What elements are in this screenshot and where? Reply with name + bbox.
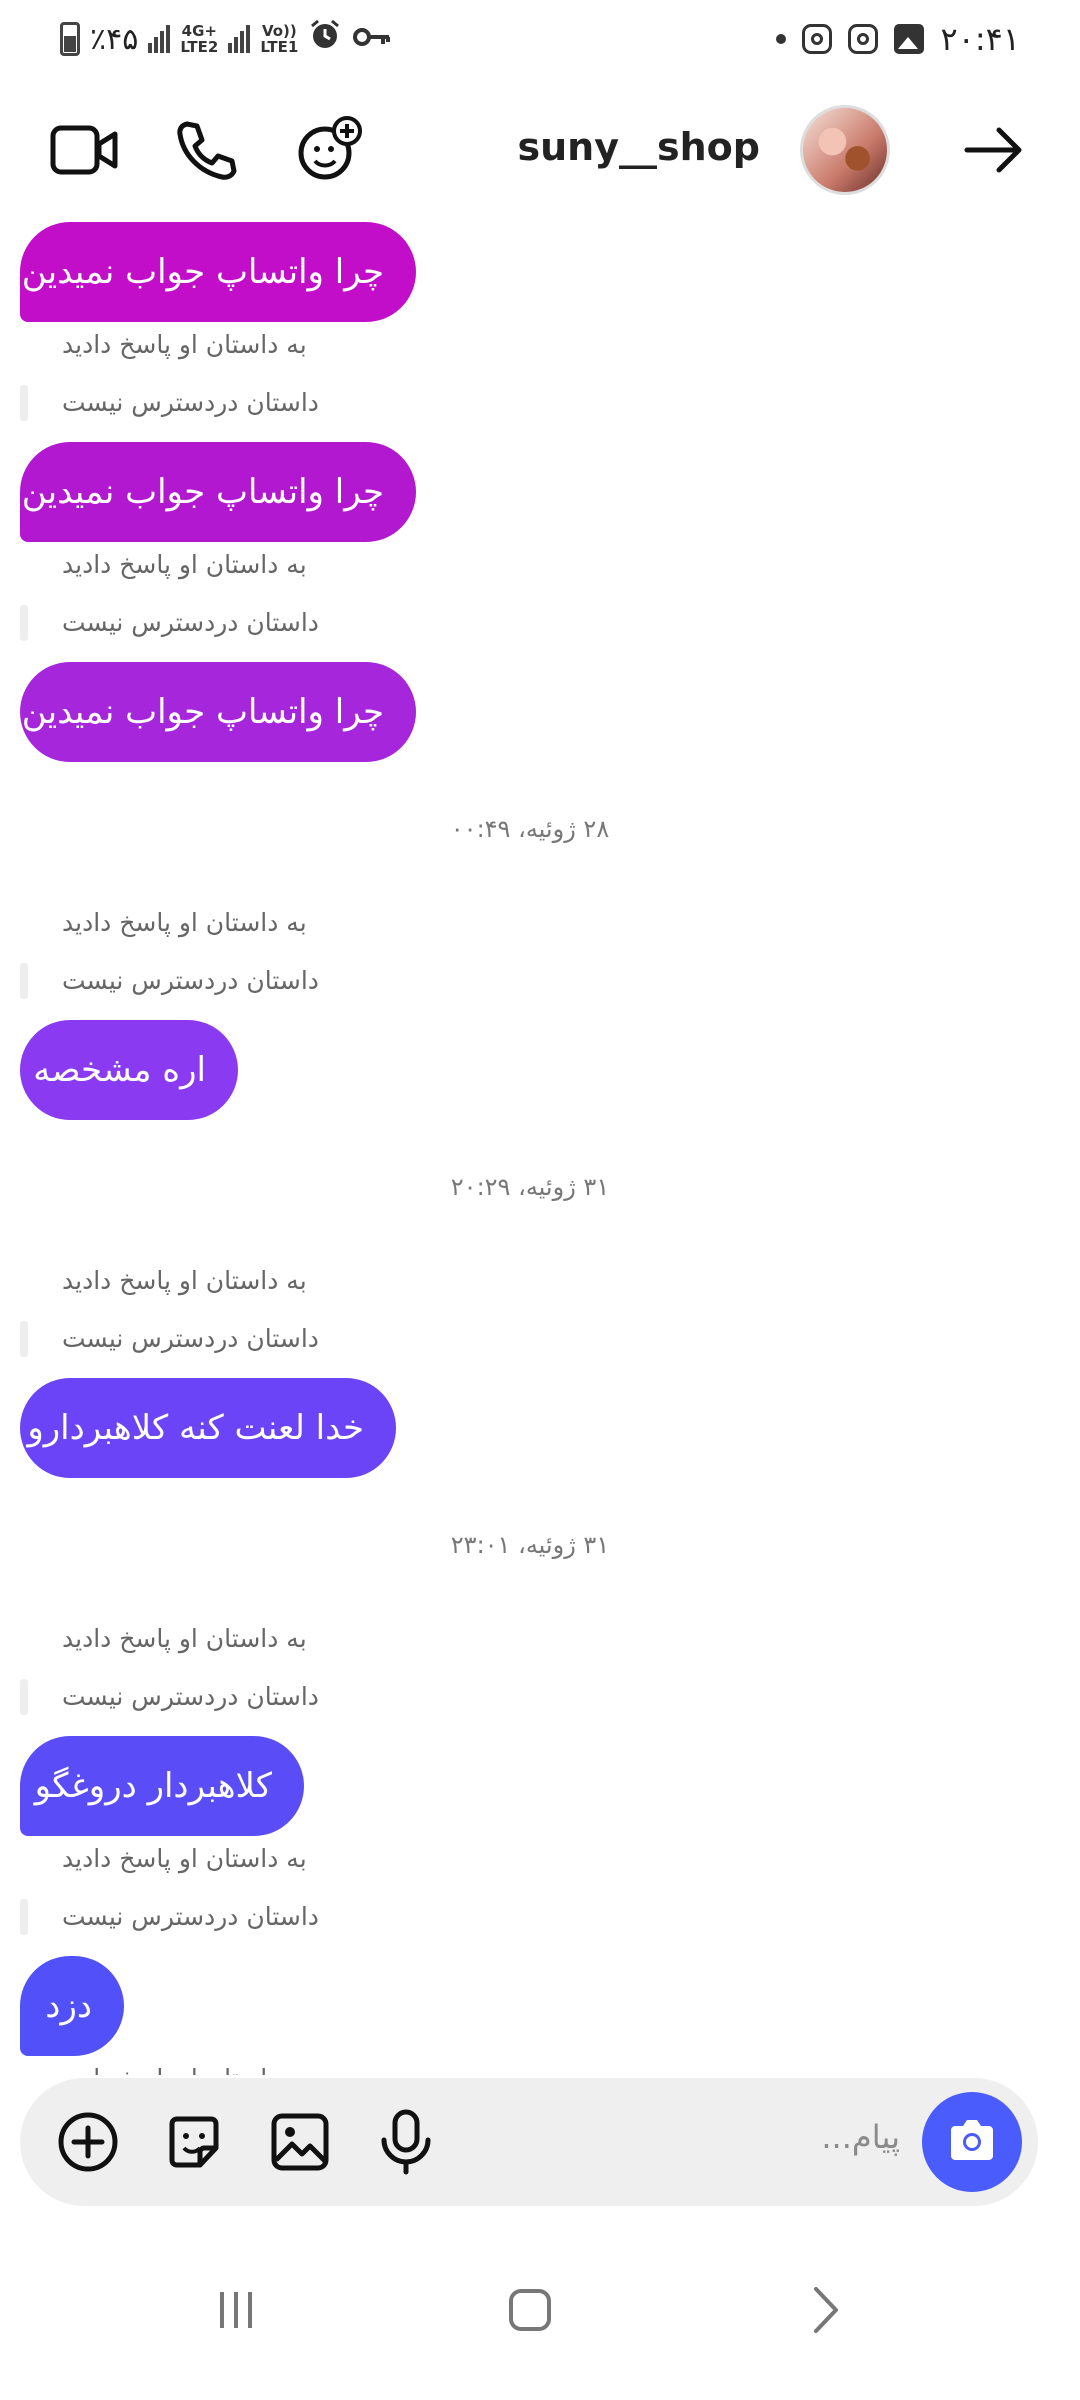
signal-icon: [228, 25, 251, 53]
story-bar: [20, 1899, 28, 1935]
status-bar: ٪۴۵ 4G+ LTE2 Vo)) LTE1 ۲۰:۴۱: [0, 0, 1080, 80]
timestamp: ۳۱ ژوئیه، ۲۳:۰۱: [450, 1531, 610, 1559]
story-bar: [20, 963, 28, 999]
phone-icon[interactable]: [160, 95, 250, 205]
camera-button[interactable]: [922, 2092, 1022, 2192]
story-bar: [20, 385, 28, 421]
reply-label: به داستان او پاسخ دادید: [62, 550, 307, 579]
reply-label: به داستان او پاسخ دادید: [62, 908, 307, 937]
story-bar: [20, 1321, 28, 1357]
timestamp: ۲۸ ژوئیه، ۰۰:۴۹: [450, 815, 610, 843]
instagram-icon: [848, 24, 879, 54]
reply-label: به داستان او پاسخ دادید: [62, 1624, 307, 1653]
key-icon: [352, 22, 392, 57]
back-icon[interactable]: [786, 2270, 866, 2350]
story-unavailable: داستان دردسترس نیست: [62, 1324, 319, 1353]
chat-header: suny__shop: [0, 95, 1080, 210]
gallery-icon[interactable]: [266, 2108, 334, 2176]
story-bar: [20, 605, 28, 641]
reply-label: به داستان او پاسخ دادید: [62, 1844, 307, 1873]
camera-icon: [947, 2118, 997, 2166]
network-label-1: 4G+ LTE2: [180, 22, 219, 56]
add-icon[interactable]: [54, 2108, 122, 2176]
message-input[interactable]: پیام...: [821, 2118, 900, 2156]
story-unavailable: داستان دردسترس نیست: [62, 1902, 319, 1931]
timestamp: ۳۱ ژوئیه، ۲۰:۲۹: [450, 1173, 610, 1201]
avatar[interactable]: [800, 105, 890, 195]
message-bubble[interactable]: چرا واتساپ جواب نمیدین: [20, 662, 416, 762]
reply-label: به داستان او پاسخ دادید: [62, 330, 307, 359]
signal-icon: [148, 25, 171, 53]
alarm-icon: [308, 18, 342, 60]
back-arrow-icon[interactable]: [950, 95, 1040, 205]
story-unavailable: داستان دردسترس نیست: [62, 608, 319, 637]
message-composer: پیام...: [20, 2078, 1038, 2206]
battery-icon: [60, 22, 80, 56]
story-bar: [20, 1679, 28, 1715]
chat-username[interactable]: suny__shop: [518, 125, 760, 169]
message-bubble[interactable]: دزد: [20, 1956, 124, 2056]
message-bubble[interactable]: خدا لعنت کنه کلاهبردارو: [20, 1378, 396, 1478]
microphone-icon[interactable]: [372, 2108, 440, 2176]
message-bubble[interactable]: چرا واتساپ جواب نمیدین: [20, 442, 416, 542]
message-list[interactable]: چرا واتساپ جواب نمیدین به داستان او پاسخ…: [0, 215, 1080, 2075]
reply-label: به داستان او پاسخ دادید: [62, 2064, 307, 2075]
sticker-icon[interactable]: [160, 2108, 228, 2176]
system-nav-bar: [0, 2240, 1080, 2400]
reply-label: به داستان او پاسخ دادید: [62, 1266, 307, 1295]
story-unavailable: داستان دردسترس نیست: [62, 966, 319, 995]
message-bubble[interactable]: چرا واتساپ جواب نمیدین: [20, 222, 416, 322]
message-bubble[interactable]: کلاهبردار دروغگو: [20, 1736, 304, 1836]
home-icon[interactable]: [490, 2270, 570, 2350]
add-effect-icon[interactable]: [285, 95, 375, 205]
video-call-icon[interactable]: [40, 95, 130, 205]
status-right: ۲۰:۴۱: [776, 14, 1020, 64]
recent-apps-icon[interactable]: [196, 2270, 276, 2350]
notification-dot: [776, 34, 787, 44]
story-unavailable: داستان دردسترس نیست: [62, 388, 319, 417]
network-label-2: Vo)) LTE1: [260, 22, 299, 56]
status-left: ٪۴۵ 4G+ LTE2 Vo)) LTE1: [60, 14, 392, 64]
battery-text: ٪۴۵: [90, 21, 139, 57]
instagram-icon: [802, 24, 833, 54]
story-unavailable: داستان دردسترس نیست: [62, 1682, 319, 1711]
message-bubble[interactable]: اره مشخصه: [20, 1020, 238, 1120]
gallery-icon: [894, 24, 925, 54]
clock: ۲۰:۴۱: [940, 20, 1020, 58]
